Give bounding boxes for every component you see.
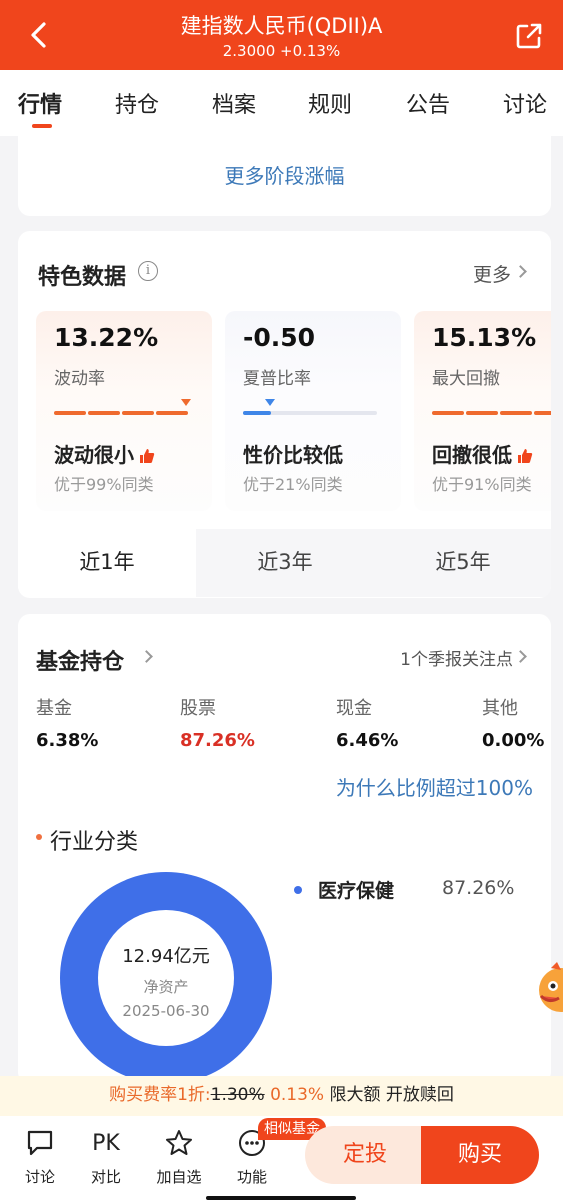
metric-marker: [265, 399, 275, 406]
metric-label: 波动率: [54, 369, 105, 389]
allocation-label-fund: 基金: [36, 698, 72, 719]
allocation-value-stock: 87.26%: [180, 730, 255, 751]
metric-rank: 优于91%同类: [432, 475, 532, 494]
net-assets-caption: 净资产: [143, 978, 189, 996]
metric-value: -0.50: [243, 323, 316, 352]
compare-label: 对比: [90, 1168, 121, 1186]
stage-gains-card: 更多阶段涨幅: [18, 136, 551, 216]
fund-price-change: 2.3000 +0.13%: [222, 42, 341, 60]
promo-suffix: 限大额 开放赎回: [329, 1085, 454, 1105]
legend-value: 87.26%: [442, 877, 515, 899]
allocation-label-stock: 股票: [180, 698, 216, 719]
promo-discounted-fee: 0.13%: [270, 1085, 325, 1105]
metric-evaluation: 性价比较低: [243, 443, 343, 467]
chevron-right-icon: [514, 265, 527, 278]
metric-label: 最大回撤: [432, 369, 500, 389]
metric-rank: 优于21%同类: [243, 475, 343, 494]
period-selector: 近1年 近3年 近5年: [18, 529, 551, 597]
thumbs-up-icon: [140, 449, 155, 463]
top-header: 建指数人民币(QDII)A 2.3000 +0.13%: [0, 0, 563, 70]
metric-evaluation: 波动很小: [54, 439, 155, 468]
promo-prefix: 购买费率1折:: [109, 1085, 211, 1105]
industry-title: 行业分类: [50, 830, 139, 855]
featured-data-card: 特色数据 i 更多 13.22% 波动率 波动很小 优于99%同类 -0.50 …: [18, 231, 551, 598]
star-icon: [166, 1130, 192, 1155]
tab-discussion[interactable]: 讨论: [503, 87, 547, 119]
fee-promo-bar: 购买费率1折:1.30% 0.13% 限大额 开放赎回: [0, 1076, 563, 1116]
allocation-value-other: 0.00%: [482, 730, 545, 751]
featured-data-title: 特色数据: [38, 265, 127, 290]
net-assets-amount: 12.94亿元: [122, 946, 210, 967]
metric-marker: [181, 399, 191, 406]
tab-market[interactable]: 行情: [18, 87, 62, 119]
section-bullet: [36, 834, 42, 840]
bottom-action-bar: 讨论 PK 对比 加自选 功能 相似基金 定投 购买: [0, 1116, 563, 1200]
metric-scale-bar: [54, 399, 191, 415]
metric-evaluation: 回撤很低: [432, 439, 533, 468]
chat-bubble-icon: [27, 1130, 53, 1156]
metric-value: 15.13%: [432, 323, 537, 352]
allocation-value-fund: 6.38%: [36, 730, 99, 751]
active-tab-indicator: [32, 124, 52, 128]
metric-scale-bar: [243, 399, 377, 415]
holdings-title[interactable]: 基金持仓: [36, 644, 124, 676]
home-indicator: [206, 1196, 356, 1200]
discuss-button[interactable]: 讨论: [12, 1126, 68, 1187]
pk-icon: PK: [92, 1130, 120, 1156]
share-icon[interactable]: [515, 22, 543, 50]
donut-center: 12.94亿元 净资产 2025-06-30: [98, 910, 234, 1046]
period-1y[interactable]: 近1年: [18, 529, 196, 597]
industry-donut-chart[interactable]: 12.94亿元 净资产 2025-06-30: [60, 872, 272, 1084]
metric-value: 13.22%: [54, 323, 159, 352]
period-3y[interactable]: 近3年: [196, 529, 374, 597]
fund-title: 建指数人民币(QDII)A: [180, 14, 383, 38]
chevron-right-icon: [140, 650, 153, 663]
allocation-value-cash: 6.46%: [336, 730, 399, 751]
metric-card-max-drawdown[interactable]: 15.13% 最大回撤 回撤很低 优于91%同类: [414, 311, 551, 511]
metric-scale-bar: [432, 411, 551, 415]
promo-original-fee: 1.30%: [210, 1085, 265, 1105]
discuss-label: 讨论: [24, 1168, 55, 1186]
tab-profile[interactable]: 档案: [212, 87, 256, 119]
features-label: 功能: [236, 1168, 267, 1186]
add-watchlist-label: 加自选: [156, 1168, 202, 1186]
allocation-label-cash: 现金: [336, 698, 372, 719]
compare-button[interactable]: PK 对比: [78, 1126, 134, 1187]
metric-rank: 优于99%同类: [54, 475, 154, 494]
tab-rules[interactable]: 规则: [308, 87, 352, 119]
tab-announcements[interactable]: 公告: [406, 87, 450, 119]
thumbs-up-icon: [518, 449, 533, 463]
add-watchlist-button[interactable]: 加自选: [151, 1126, 207, 1187]
buy-button[interactable]: 购买: [421, 1126, 539, 1184]
metric-label: 夏普比率: [243, 369, 311, 389]
period-5y[interactable]: 近5年: [374, 529, 551, 597]
why-over-100-link[interactable]: 为什么比例超过100%: [336, 772, 533, 801]
allocation-label-other: 其他: [482, 698, 518, 719]
metric-card-volatility[interactable]: 13.22% 波动率 波动很小 优于99%同类: [36, 311, 212, 511]
fund-holdings-card: 基金持仓 1个季报关注点 基金 股票 现金 其他 6.38% 87.26% 6.…: [18, 614, 551, 1084]
net-assets-date: 2025-06-30: [122, 1002, 210, 1020]
metric-card-sharpe[interactable]: -0.50 夏普比率 性价比较低 优于21%同类: [225, 311, 401, 511]
quarterly-notice-link[interactable]: 1个季报关注点: [400, 645, 513, 670]
chevron-right-icon: [514, 650, 527, 663]
main-tabs: 行情 持仓 档案 规则 公告 讨论: [0, 70, 563, 136]
legend-dot: [294, 886, 302, 894]
tab-holdings[interactable]: 持仓: [115, 87, 159, 119]
info-icon[interactable]: i: [138, 261, 158, 281]
legend-name: 医疗保健: [318, 880, 395, 902]
more-stage-gains-link[interactable]: 更多阶段涨幅: [18, 160, 551, 189]
floating-mascot-icon[interactable]: [531, 960, 563, 1020]
featured-more-link[interactable]: 更多: [473, 260, 511, 287]
auto-invest-button[interactable]: 定投: [305, 1126, 425, 1184]
